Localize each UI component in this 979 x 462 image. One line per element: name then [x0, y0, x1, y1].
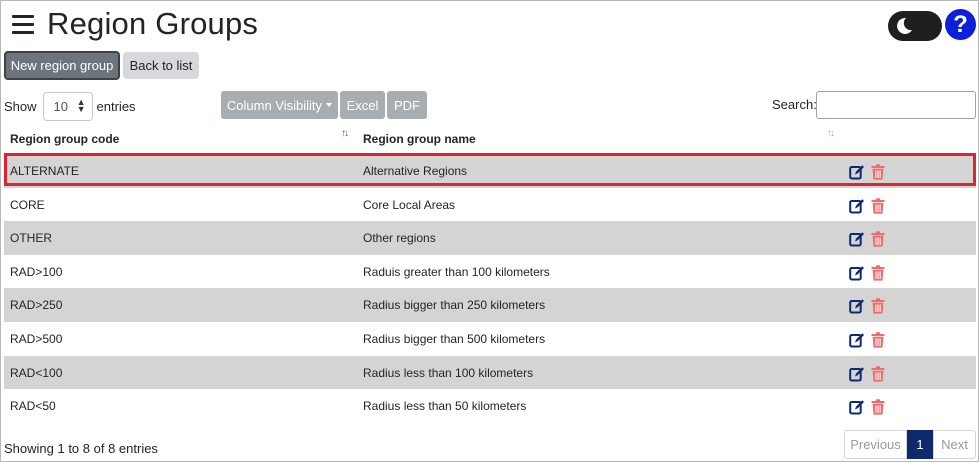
- entries-label: entries: [96, 98, 136, 114]
- entries-select-value: 10: [53, 98, 68, 114]
- show-label: Show: [4, 98, 37, 114]
- search-label: Search:: [772, 97, 817, 112]
- edit-icon[interactable]: [849, 265, 865, 284]
- page-1-button[interactable]: 1: [907, 430, 933, 459]
- page-title: Region Groups: [47, 6, 259, 41]
- table-row[interactable]: RAD<100 Radius less than 100 kilometers: [4, 355, 976, 390]
- pdf-button[interactable]: PDF: [387, 91, 427, 119]
- edit-icon[interactable]: [849, 198, 865, 217]
- row-actions: [849, 265, 885, 284]
- table-row[interactable]: RAD<50 Radius less than 50 kilometers: [4, 389, 976, 423]
- cell-region-group-code: RAD>100: [10, 264, 63, 279]
- row-actions: [849, 365, 885, 385]
- cell-region-group-name: Core Local Areas: [363, 197, 456, 212]
- column-header-code[interactable]: Region group code: [10, 132, 119, 146]
- cell-region-group-code: ALTERNATE: [10, 164, 79, 178]
- table-row[interactable]: ALTERNATE Alternative Regions: [4, 154, 976, 188]
- trash-icon[interactable]: [871, 197, 885, 217]
- row-actions: [849, 332, 885, 351]
- next-page-button[interactable]: Next: [933, 430, 976, 459]
- row-actions: [849, 298, 885, 317]
- page-header: Region Groups: [12, 4, 258, 44]
- table-row[interactable]: OTHER Other regions: [4, 221, 976, 255]
- cell-region-group-code: RAD>500: [10, 331, 63, 346]
- table-row[interactable]: RAD>500 Radius bigger than 500 kilometers: [4, 322, 976, 356]
- cell-region-group-name: Raduis greater than 100 kilometers: [363, 264, 550, 279]
- table-info: Showing 1 to 8 of 8 entries: [4, 441, 158, 456]
- cell-region-group-name: Radius less than 100 kilometers: [363, 365, 534, 380]
- column-header-name[interactable]: Region group name: [363, 132, 476, 146]
- edit-icon[interactable]: [849, 366, 865, 385]
- pagination: Previous 1 Next: [844, 430, 976, 459]
- sort-icon[interactable]: ↑↓: [341, 128, 349, 139]
- table-row[interactable]: RAD>250 Radius bigger than 250 kilometers: [4, 288, 976, 322]
- edit-icon[interactable]: [849, 298, 865, 317]
- new-region-group-button[interactable]: New region group: [4, 51, 120, 80]
- trash-icon[interactable]: [871, 265, 885, 284]
- column-visibility-label: Column Visibility: [226, 97, 323, 113]
- entries-select[interactable]: 10 ▲ ▼: [42, 91, 93, 121]
- search-input[interactable]: [816, 91, 976, 119]
- edit-icon[interactable]: [849, 231, 865, 250]
- table-row[interactable]: CORE Core Local Areas: [4, 188, 976, 222]
- previous-page-button[interactable]: Previous: [844, 430, 907, 459]
- cell-region-group-code: OTHER: [10, 231, 52, 246]
- table-header: Region group code ↑↓ Region group name ↑…: [4, 122, 976, 154]
- table-body: ALTERNATE Alternative Regions CORE Core Loc…: [4, 154, 976, 423]
- region-groups-table: Region group code ↑↓ Region group name ↑…: [4, 122, 976, 423]
- caret-down-icon: [326, 103, 333, 107]
- edit-icon[interactable]: [849, 332, 865, 351]
- sort-icon[interactable]: ↑↓: [827, 128, 835, 139]
- select-arrows-icon: ▲ ▼: [76, 97, 86, 114]
- cell-region-group-code: CORE: [10, 197, 45, 212]
- trash-icon[interactable]: [871, 332, 885, 351]
- row-actions: [849, 399, 885, 418]
- column-visibility-button[interactable]: Column Visibility: [221, 91, 338, 119]
- help-icon[interactable]: ?: [945, 9, 976, 40]
- cell-region-group-code: RAD<100: [10, 365, 63, 380]
- moon-icon: [897, 17, 912, 34]
- row-actions: [849, 197, 885, 217]
- cell-region-group-name: Alternative Regions: [363, 164, 468, 178]
- hamburger-icon[interactable]: [12, 14, 34, 34]
- row-actions: [849, 164, 885, 183]
- edit-icon[interactable]: [849, 399, 865, 418]
- back-to-list-button[interactable]: Back to list: [123, 52, 199, 79]
- cell-region-group-name: Other regions: [363, 231, 436, 246]
- theme-toggle[interactable]: [888, 11, 942, 41]
- cell-region-group-code: RAD>250: [10, 298, 63, 313]
- length-control: Show 10 ▲ ▼ entries: [4, 91, 136, 121]
- cell-region-group-name: Radius less than 50 kilometers: [363, 399, 527, 414]
- table-row[interactable]: RAD>100 Raduis greater than 100 kilometer…: [4, 255, 976, 289]
- excel-button[interactable]: Excel: [340, 91, 385, 119]
- trash-icon[interactable]: [871, 365, 885, 385]
- edit-icon[interactable]: [849, 164, 865, 183]
- trash-icon[interactable]: [871, 164, 885, 183]
- trash-icon[interactable]: [871, 399, 885, 418]
- trash-icon[interactable]: [871, 298, 885, 317]
- row-actions: [849, 231, 885, 250]
- cell-region-group-name: Radius bigger than 250 kilometers: [363, 298, 546, 313]
- cell-region-group-name: Radius bigger than 500 kilometers: [363, 331, 546, 346]
- cell-region-group-code: RAD<50: [10, 399, 56, 414]
- trash-icon[interactable]: [871, 231, 885, 250]
